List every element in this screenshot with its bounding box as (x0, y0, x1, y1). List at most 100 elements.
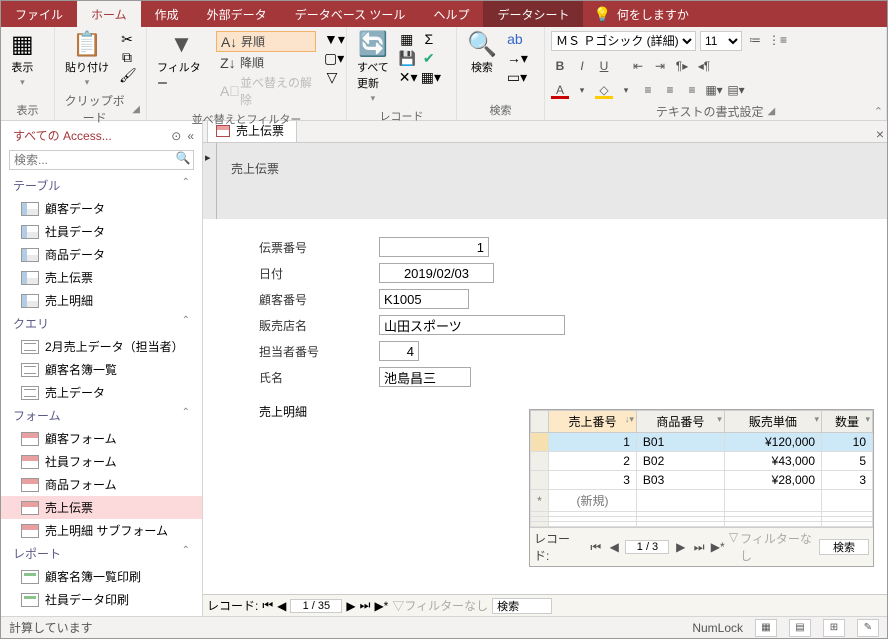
sort-desc-button[interactable]: Z↓降順 (216, 53, 316, 72)
nav-search-input[interactable] (10, 151, 173, 169)
nav-query-item[interactable]: 売上データ (1, 381, 202, 404)
menu-dbtools[interactable]: データベース ツール (281, 1, 420, 27)
nav-new-button[interactable]: ▶* (374, 599, 388, 613)
field-slipno[interactable] (379, 237, 489, 257)
nav-cat-tables[interactable]: テーブル⌃ (1, 174, 202, 197)
inc-indent-icon[interactable]: ⇥ (651, 57, 669, 75)
clipboard-launcher[interactable]: ◢ (132, 104, 140, 115)
spelling-icon[interactable]: ✔ (421, 50, 437, 66)
align-right-button[interactable]: ≡ (683, 81, 701, 99)
nav-table-item[interactable]: 売上伝票 (1, 266, 202, 289)
cut-icon[interactable]: ✂ (119, 31, 135, 47)
delete-record-icon[interactable]: ✕▾ (399, 69, 415, 85)
view-button[interactable]: ▦表示▾ (7, 31, 38, 90)
nav-pos-input[interactable] (625, 540, 669, 554)
fill-color-button[interactable]: ◇ (595, 81, 613, 99)
menu-datasheet[interactable]: データシート (483, 1, 583, 27)
textfmt-launcher[interactable]: ◢ (767, 106, 775, 117)
menu-home[interactable]: ホーム (77, 1, 141, 27)
new-record-icon[interactable]: ▦ (399, 31, 415, 47)
bold-button[interactable]: B (551, 57, 569, 75)
detail-grid[interactable]: 売上番号↓▾ 商品番号▾ 販売単価▾ 数量▾ 1B01¥120,00010 2B… (530, 410, 873, 527)
nav-menu-button[interactable]: ⊙ (171, 129, 181, 143)
field-staffname[interactable] (379, 367, 471, 387)
nav-form-item[interactable]: 売上明細 サブフォーム (1, 519, 202, 542)
align-center-button[interactable]: ≡ (661, 81, 679, 99)
layout-view-button[interactable]: ⊞ (823, 619, 845, 637)
selection-filter-icon[interactable]: ▼▾ (324, 31, 340, 47)
table-row[interactable]: 3B03¥28,0003 (531, 471, 873, 490)
font-color-button[interactable]: A (551, 81, 569, 99)
nav-query-item[interactable]: 2月売上データ（担当者） (1, 335, 202, 358)
font-size-select[interactable]: 11 (700, 31, 742, 51)
menu-help[interactable]: ヘルプ (419, 1, 483, 27)
form-view-button[interactable]: ▦ (755, 619, 777, 637)
nav-first-button[interactable]: ⏮ (262, 598, 273, 613)
nav-query-item[interactable]: 顧客名簿一覧 (1, 358, 202, 381)
nav-table-item[interactable]: 売上明細 (1, 289, 202, 312)
nav-report-item[interactable]: 社員データ印刷 (1, 588, 202, 611)
nav-form-item[interactable]: 社員フォーム (1, 450, 202, 473)
close-tab-button[interactable]: × (876, 126, 884, 142)
gridlines-button[interactable]: ▦▾ (705, 81, 723, 99)
select-icon[interactable]: ▭▾ (507, 69, 523, 85)
col-price[interactable]: 販売単価▾ (724, 411, 821, 433)
col-saleno[interactable]: 売上番号↓▾ (549, 411, 637, 433)
nav-prev-button[interactable]: ◀ (277, 599, 286, 613)
copy-icon[interactable]: ⧉ (119, 49, 135, 65)
rtl-icon[interactable]: ◂¶ (695, 57, 713, 75)
form-search-input[interactable] (492, 598, 552, 614)
totals-icon[interactable]: Σ (421, 31, 437, 47)
bullets-icon[interactable]: ≔ (746, 31, 764, 49)
nav-new-button[interactable]: ▶* (710, 540, 724, 554)
replace-icon[interactable]: ab (507, 31, 523, 47)
datasheet-view-button[interactable]: ▤ (789, 619, 811, 637)
subform-search-input[interactable] (819, 539, 869, 555)
table-row[interactable]: 1B01¥120,00010 (531, 433, 873, 452)
underline-button[interactable]: U (595, 57, 613, 75)
nav-title[interactable]: すべての Access... (13, 127, 112, 144)
nav-table-item[interactable]: 社員データ (1, 220, 202, 243)
nav-table-item[interactable]: 顧客データ (1, 197, 202, 220)
format-painter-icon[interactable]: 🖌 (119, 67, 135, 83)
col-qty[interactable]: 数量▾ (822, 411, 873, 433)
field-date[interactable] (379, 263, 494, 283)
menu-file[interactable]: ファイル (1, 1, 77, 27)
sort-asc-button[interactable]: A↓昇順 (216, 31, 316, 52)
save-record-icon[interactable]: 💾 (399, 50, 415, 66)
ribbon-collapse-button[interactable]: ⌃ (874, 105, 883, 118)
align-left-button[interactable]: ≡ (639, 81, 657, 99)
menu-create[interactable]: 作成 (141, 1, 193, 27)
table-new-row[interactable]: *(新規) (531, 490, 873, 512)
col-prodno[interactable]: 商品番号▾ (636, 411, 724, 433)
nav-next-button[interactable]: ▶ (673, 540, 687, 554)
nav-last-button[interactable]: ⏭ (692, 540, 706, 555)
nav-table-item[interactable]: 商品データ (1, 243, 202, 266)
menu-external[interactable]: 外部データ (193, 1, 281, 27)
nav-form-item[interactable]: 売上伝票 (1, 496, 202, 519)
table-row[interactable] (531, 522, 873, 527)
advanced-filter-icon[interactable]: ▢▾ (324, 50, 340, 66)
design-view-button[interactable]: ✎ (857, 619, 879, 637)
nav-report-item[interactable]: 顧客名簿一覧印刷 (1, 565, 202, 588)
ltr-icon[interactable]: ¶▸ (673, 57, 691, 75)
nav-form-item[interactable]: 顧客フォーム (1, 427, 202, 450)
italic-button[interactable]: I (573, 57, 591, 75)
table-row[interactable]: 2B02¥43,0005 (531, 452, 873, 471)
field-store[interactable] (379, 315, 565, 335)
nav-cat-reports[interactable]: レポート⌃ (1, 542, 202, 565)
paste-button[interactable]: 📋貼り付け▾ (61, 31, 113, 90)
refresh-all-button[interactable]: 🔄すべて 更新▾ (353, 31, 393, 106)
nav-last-button[interactable]: ⏭ (360, 598, 371, 613)
nav-prev-button[interactable]: ◀ (607, 540, 621, 554)
nav-collapse-button[interactable]: « (187, 129, 194, 143)
record-selector[interactable] (203, 143, 217, 219)
nav-form-item[interactable]: 商品フォーム (1, 473, 202, 496)
field-custno[interactable] (379, 289, 469, 309)
nav-cat-forms[interactable]: フォーム⌃ (1, 404, 202, 427)
dec-indent-icon[interactable]: ⇤ (629, 57, 647, 75)
nav-cat-queries[interactable]: クエリ⌃ (1, 312, 202, 335)
goto-icon[interactable]: →▾ (507, 50, 523, 66)
find-button[interactable]: 🔍検索 (463, 31, 501, 77)
nav-next-button[interactable]: ▶ (346, 599, 355, 613)
